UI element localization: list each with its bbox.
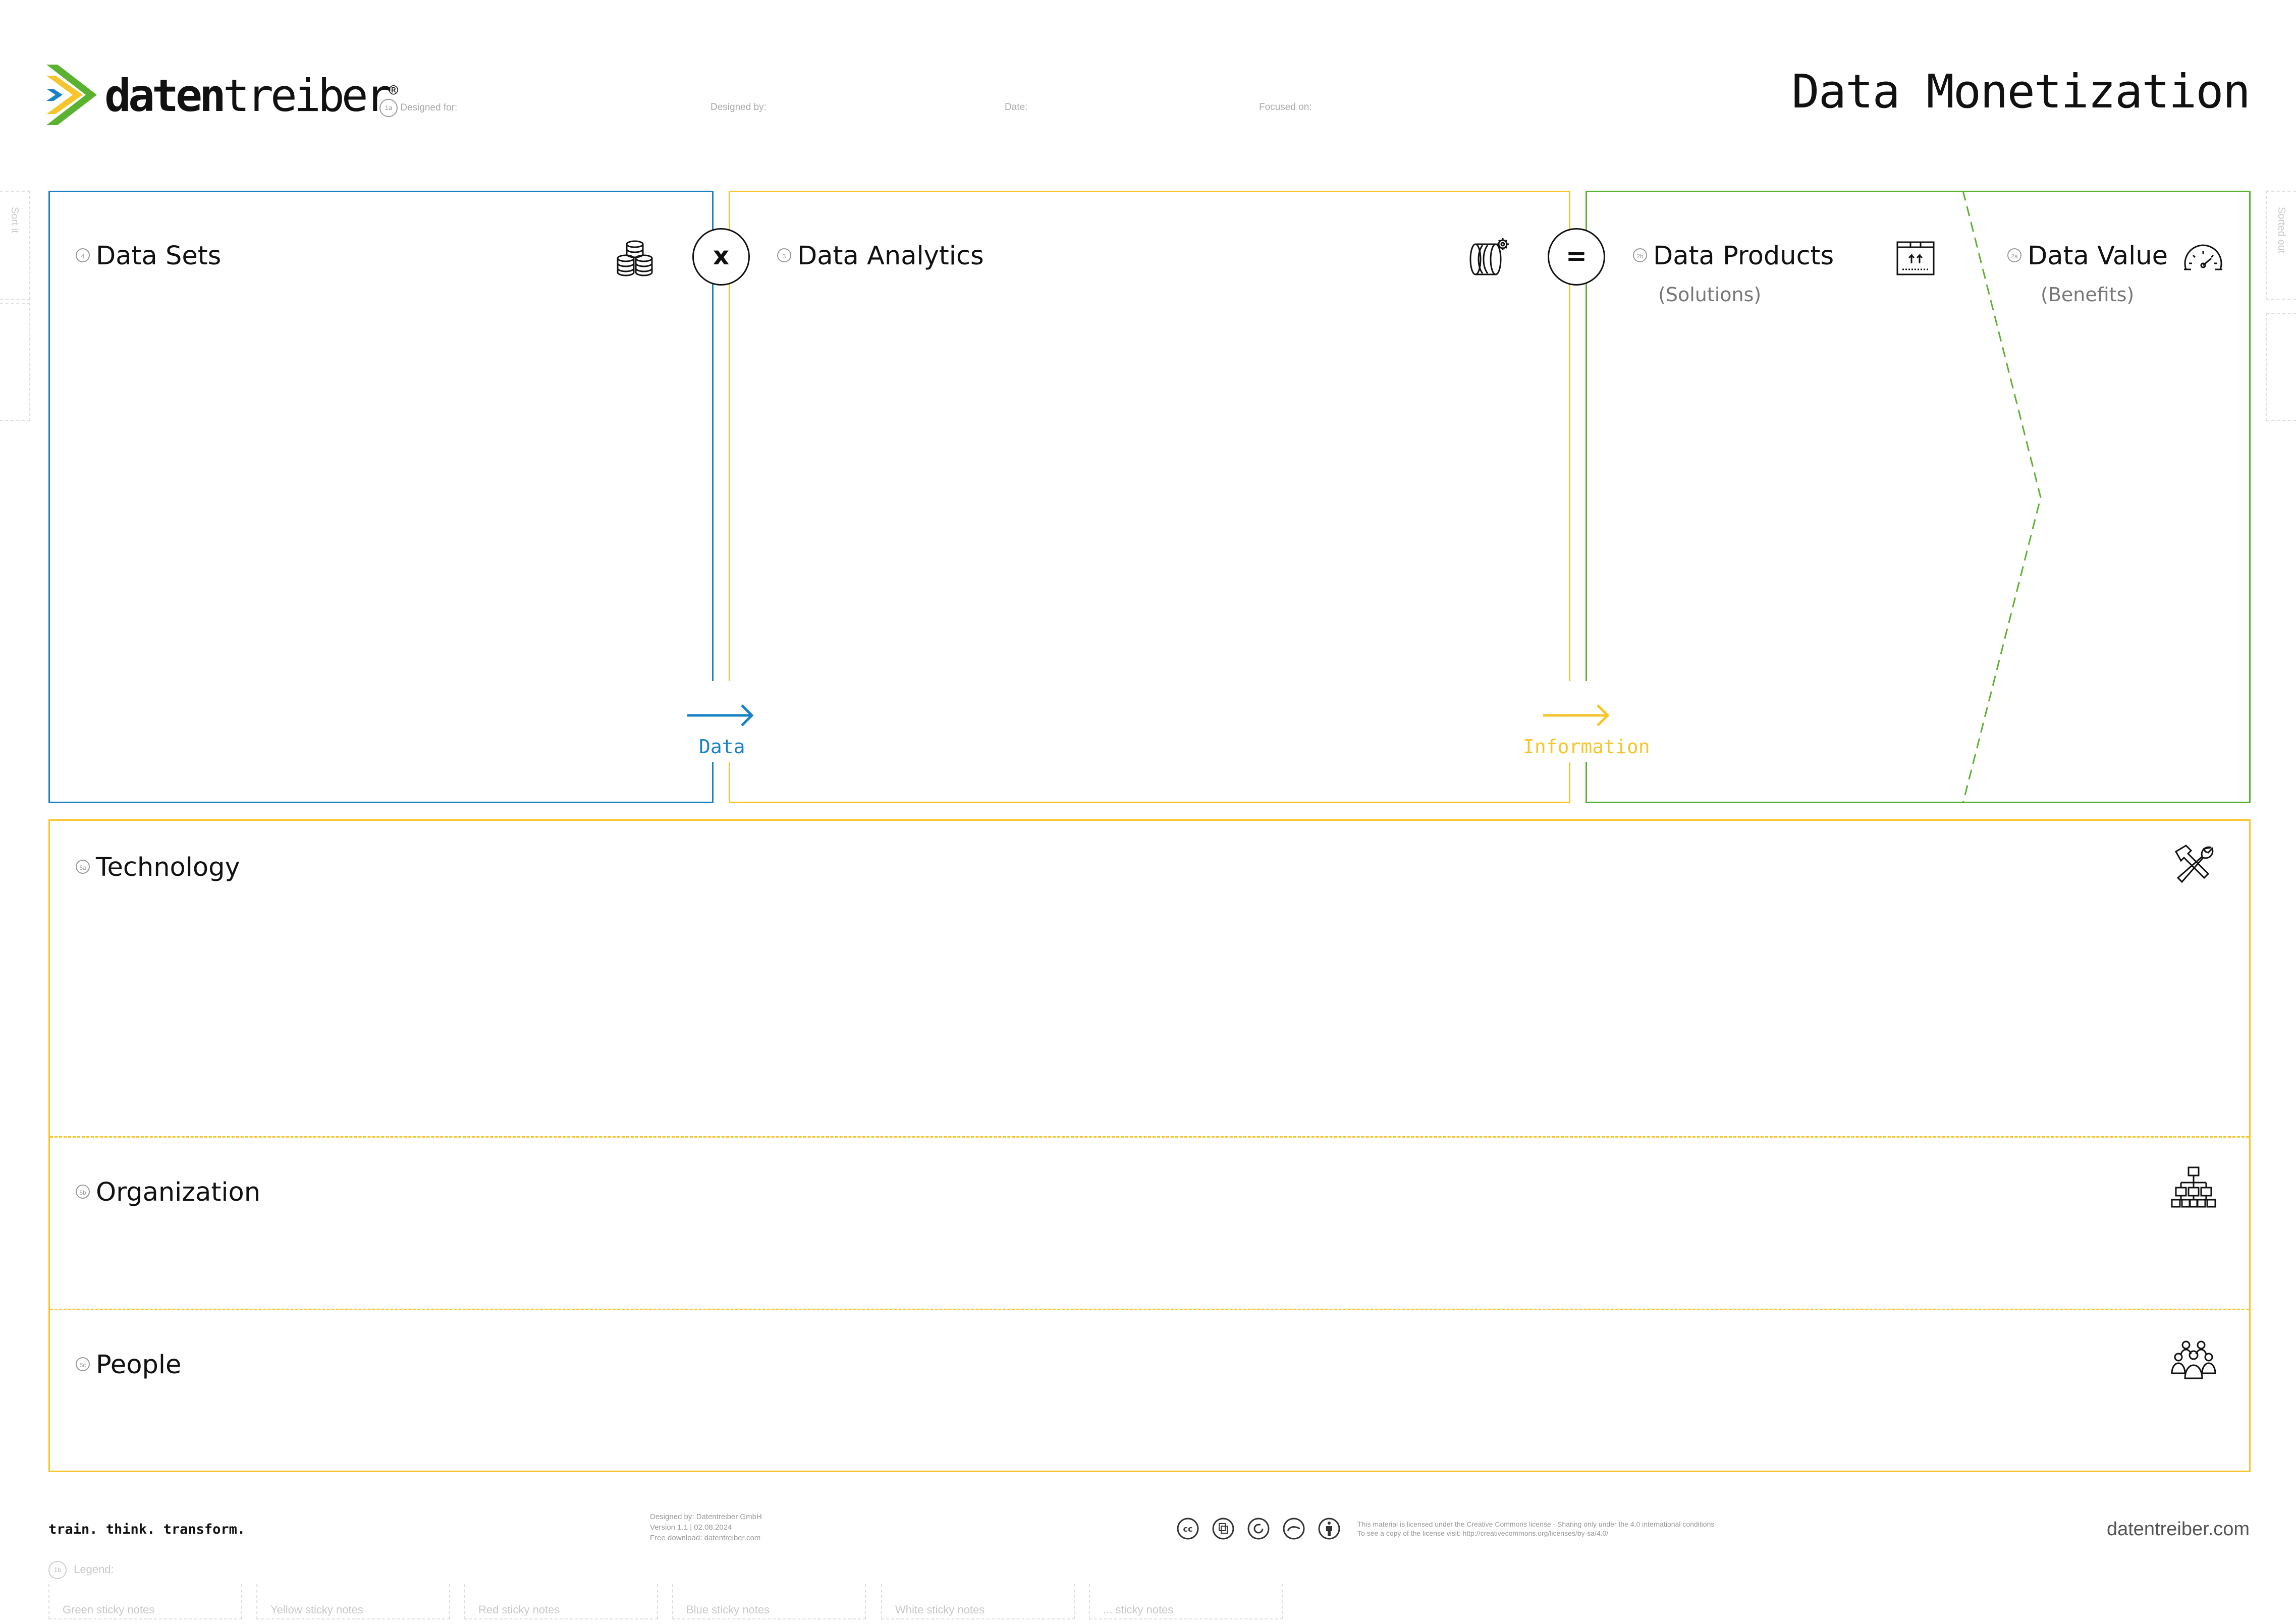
legend-item-white[interactable]: White sticky notes (881, 1584, 1075, 1619)
organization-title: 5b Organization (76, 1178, 260, 1207)
right-side-tab-2 (2266, 313, 2296, 421)
data-value-subtitle: (Benefits) (2041, 284, 2135, 306)
date-field[interactable]: Date: (1005, 102, 1027, 113)
data-products-subtitle: (Solutions) (1658, 284, 1762, 306)
logo-wordmark: datentreiber® (104, 70, 398, 122)
legend-item-other[interactable]: ... sticky notes (1089, 1584, 1283, 1619)
legend-item-yellow[interactable]: Yellow sticky notes (256, 1584, 450, 1619)
data-sets-area[interactable] (48, 191, 714, 803)
attribution-icon (1318, 1518, 1340, 1540)
technology-area[interactable] (50, 821, 2249, 1136)
data-products-title: 2b Data Products (1633, 241, 1834, 271)
remix-icon (1247, 1518, 1270, 1540)
logo: datentreiber® (46, 65, 398, 130)
information-arrow-icon (1543, 704, 1610, 726)
legend-item-red[interactable]: Red sticky notes (464, 1584, 658, 1619)
data-analytics-area[interactable] (729, 191, 1570, 803)
commercial-icon (1283, 1518, 1305, 1540)
data-arrow-label: Data (699, 736, 745, 758)
product-box-icon (1896, 241, 1935, 275)
data-analytics-title: 3 Data Analytics (777, 241, 984, 271)
footer-license: This material is licensed under the Crea… (1357, 1520, 1715, 1537)
information-arrow-label: Information (1523, 736, 1650, 758)
org-chart-icon (2171, 1166, 2216, 1208)
data-arrow-icon (687, 704, 754, 726)
data-sets-title: 4 Data Sets (76, 241, 221, 271)
footer-website-link[interactable]: datentreiber.com (2107, 1519, 2250, 1540)
share-icon (1212, 1518, 1234, 1540)
designed-for-field[interactable]: 1a Designed for: (379, 99, 457, 117)
designed-by-field[interactable]: Designed by: (710, 102, 767, 113)
footer-tagline: train. think. transform. (48, 1522, 246, 1537)
step-number-badge: 1a (379, 99, 398, 117)
products-value-divider (1962, 191, 2042, 803)
data-products-value-area[interactable] (1586, 191, 2251, 803)
footer-credits: Designed by: Datentreiber GmbH Version 1… (650, 1513, 762, 1542)
legend-header: 1b Legend: (48, 1561, 114, 1579)
coins-stack-icon (617, 240, 653, 276)
multiply-operator: x (692, 228, 750, 286)
people-group-icon (2171, 1340, 2216, 1379)
logo-mark-icon (46, 65, 97, 125)
left-side-tab: Sort it (0, 191, 30, 300)
svg-text:cc: cc (1183, 1524, 1193, 1534)
legend-item-blue[interactable]: Blue sticky notes (672, 1584, 866, 1619)
data-cylinder-gear-icon (1469, 238, 1509, 275)
left-side-tab-2 (0, 303, 30, 421)
cc-icon: cc (1177, 1518, 1199, 1540)
equals-operator: = (1548, 228, 1605, 286)
tools-icon (2174, 845, 2214, 883)
right-side-tab: Sorted out (2266, 191, 2296, 300)
organization-area[interactable] (50, 1138, 2249, 1309)
technology-title: 5a Technology (76, 853, 240, 882)
people-title: 5c People (76, 1350, 181, 1380)
speedometer-icon (2184, 244, 2222, 270)
data-value-title: 2a Data Value (2007, 241, 2168, 271)
people-area[interactable] (50, 1310, 2249, 1471)
legend-item-green[interactable]: Green sticky notes (48, 1584, 242, 1619)
focused-on-field[interactable]: Focused on: (1259, 102, 1312, 113)
canvas-title: Data Monetization (1791, 65, 2251, 119)
